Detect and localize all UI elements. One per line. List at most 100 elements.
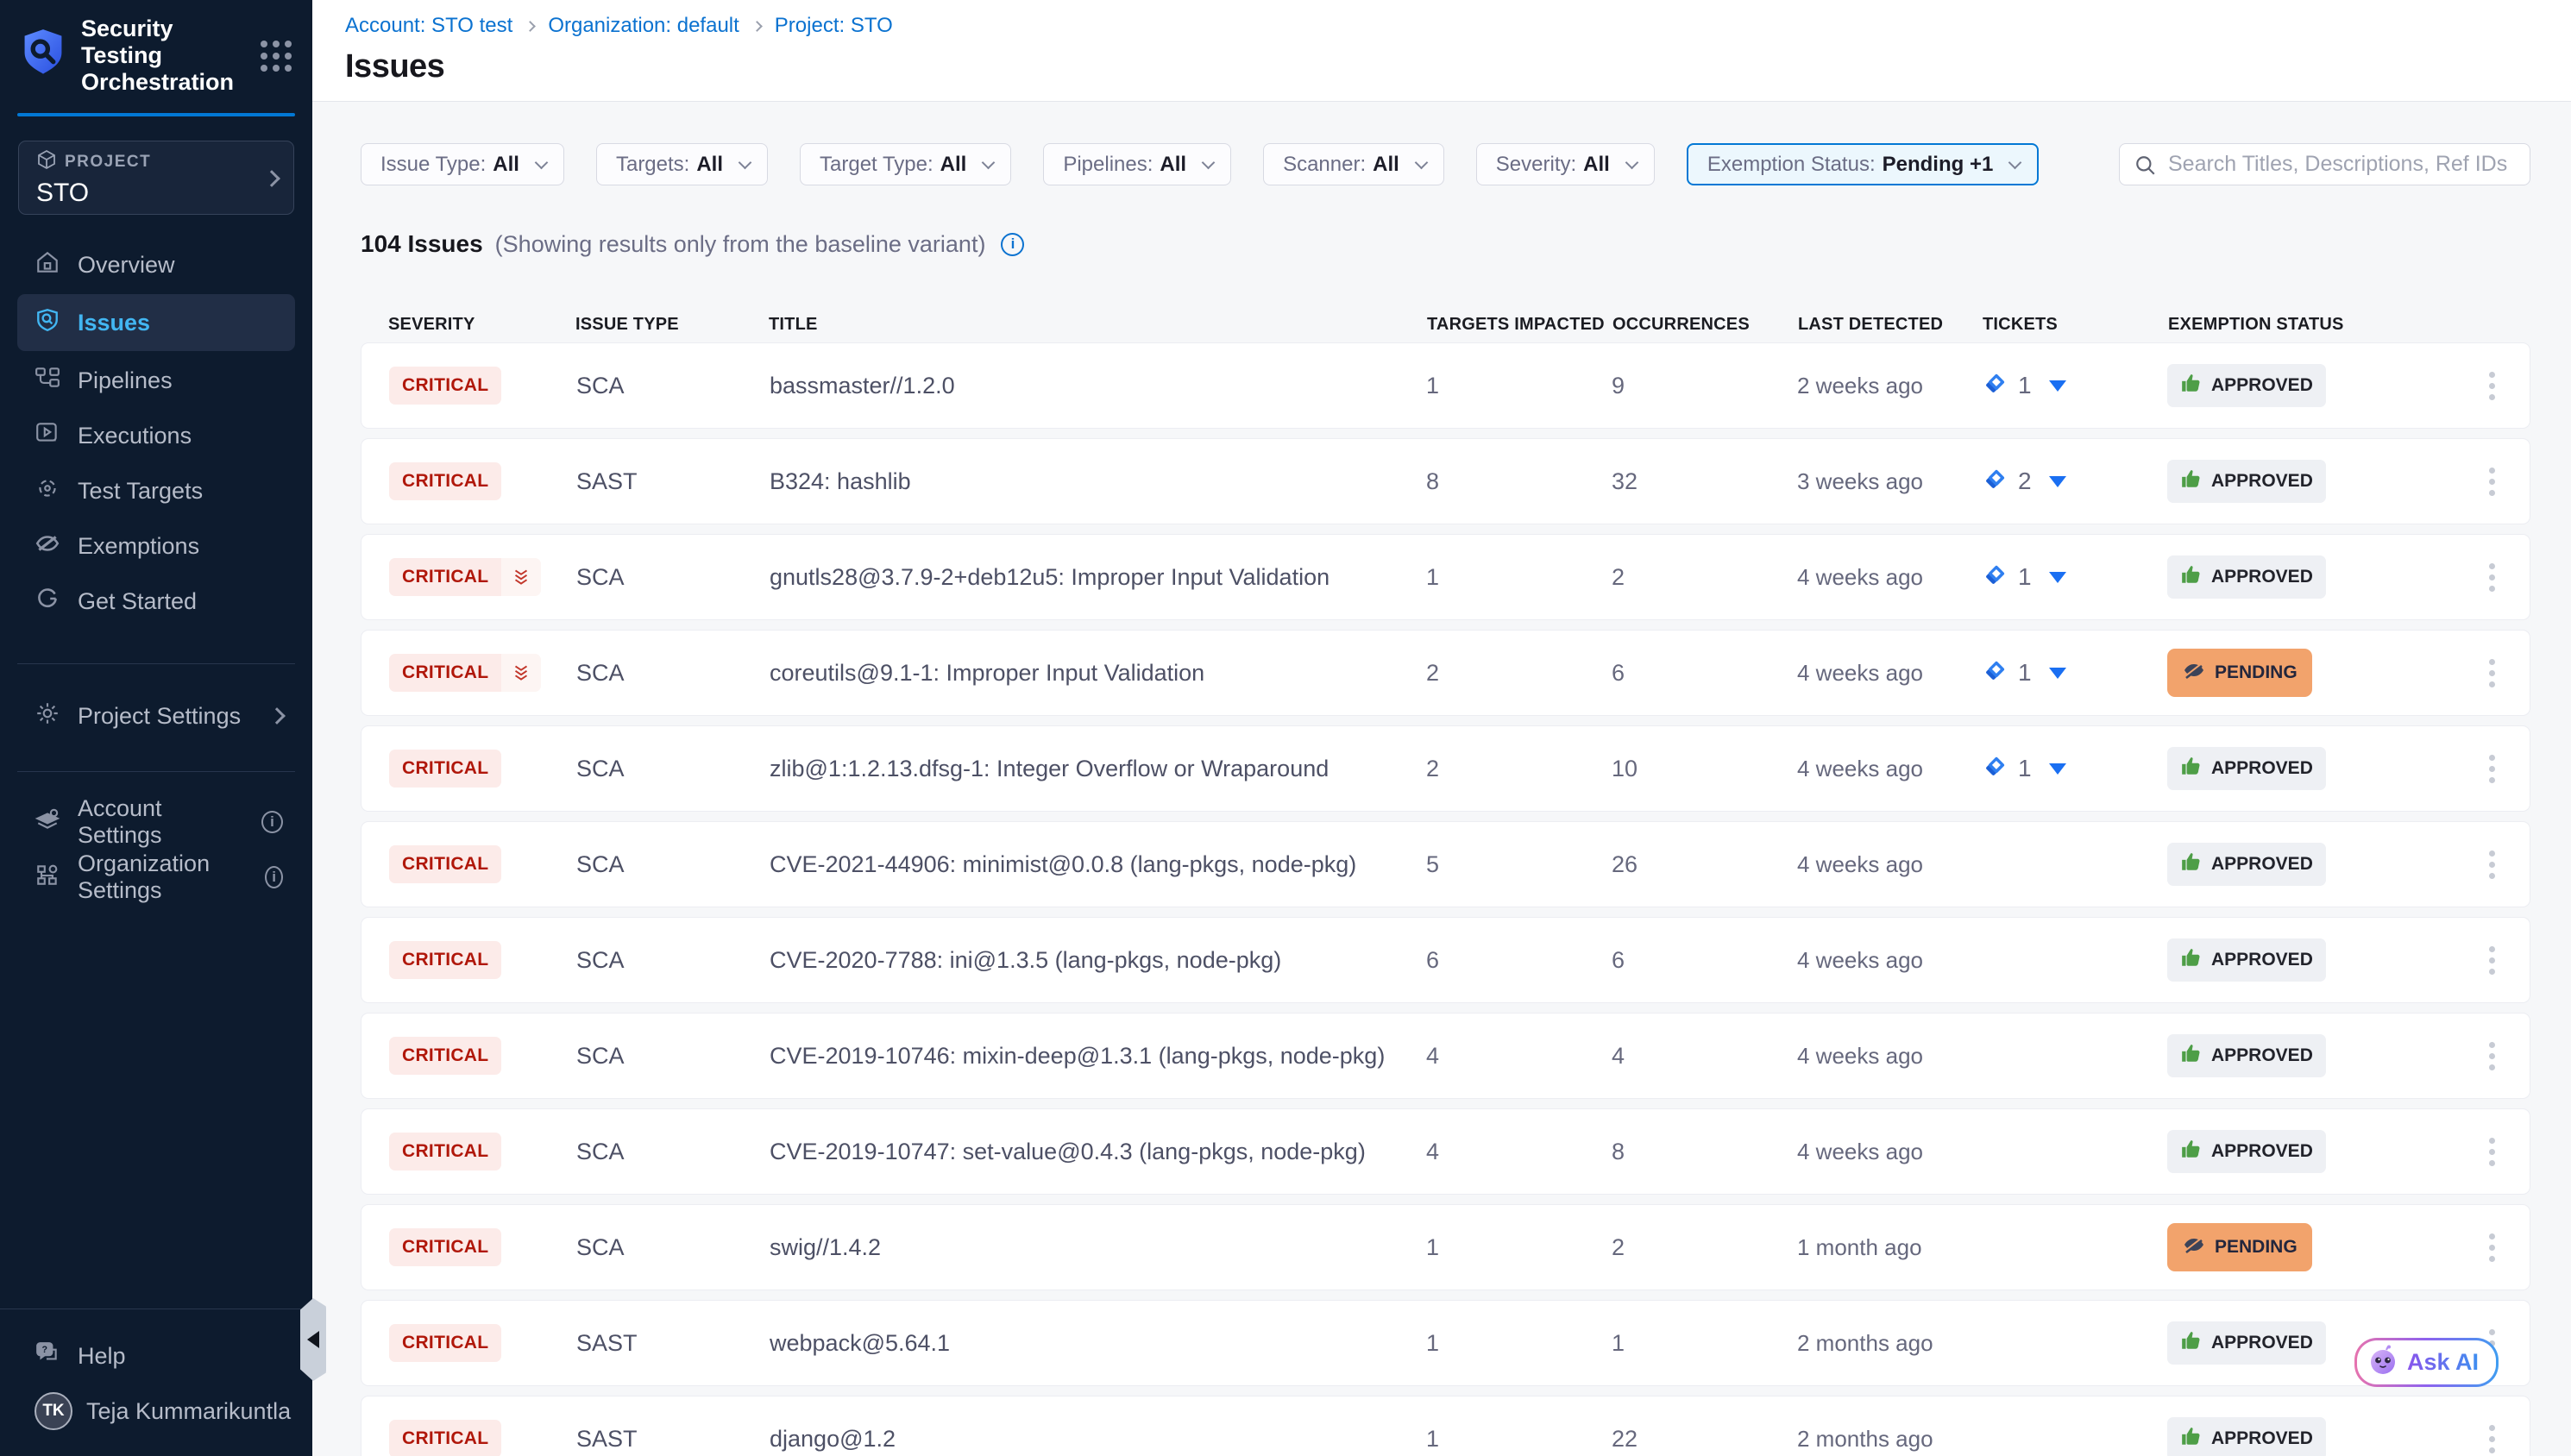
gear-icon xyxy=(35,700,60,732)
issue-title-cell[interactable]: CVE-2021-44906: minimist@0.0.8 (lang-pkg… xyxy=(770,851,1426,878)
issues-table-body: CRITICAL SCA bassmaster//1.2.0 1 9 2 wee… xyxy=(361,342,2530,1456)
issue-title-cell[interactable]: CVE-2019-10747: set-value@0.4.3 (lang-pk… xyxy=(770,1139,1426,1165)
sidebar-item-test-targets[interactable]: Test Targets xyxy=(0,463,312,518)
table-row[interactable]: CRITICAL SCA CVE-2019-10746: mixin-deep@… xyxy=(361,1013,2530,1099)
issue-title-cell[interactable]: coreutils@9.1-1: Improper Input Validati… xyxy=(770,660,1426,687)
table-row[interactable]: CRITICAL SAST B324: hashlib 8 32 3 weeks… xyxy=(361,438,2530,524)
breadcrumb-project-link[interactable]: Project: STO xyxy=(775,14,893,38)
table-row[interactable]: CRITICAL SCA zlib@1:1.2.13.dfsg-1: Integ… xyxy=(361,725,2530,812)
layers-gear-icon xyxy=(35,806,60,838)
info-icon[interactable]: i xyxy=(261,811,283,833)
sidebar-collapse-handle[interactable] xyxy=(300,1298,326,1381)
row-menu-button[interactable] xyxy=(2474,755,2509,783)
table-row[interactable]: CRITICAL SAST django@1.2 1 22 2 months a… xyxy=(361,1396,2530,1456)
info-icon[interactable]: i xyxy=(1001,233,1024,256)
sidebar-item-get-started[interactable]: Get Started xyxy=(0,574,312,629)
app-switcher-icon[interactable] xyxy=(261,41,292,72)
tickets-group[interactable]: 1 xyxy=(1982,562,2167,593)
table-row[interactable]: CRITICAL SCA bassmaster//1.2.0 1 9 2 wee… xyxy=(361,342,2530,429)
tickets-group[interactable]: 1 xyxy=(1982,658,2167,688)
issue-title-cell[interactable]: swig//1.4.2 xyxy=(770,1234,1426,1261)
page-title: Issues xyxy=(345,48,2571,85)
row-menu-button[interactable] xyxy=(2474,1425,2509,1453)
filter-targets[interactable]: Targets: All xyxy=(596,143,768,185)
tickets-group[interactable]: 1 xyxy=(1982,371,2167,401)
issue-title-cell[interactable]: B324: hashlib xyxy=(770,468,1426,495)
help-button[interactable]: ? Help xyxy=(0,1328,312,1384)
last-detected-cell: 4 weeks ago xyxy=(1797,1043,1982,1070)
filter-exemption-status[interactable]: Exemption Status: Pending +1 xyxy=(1687,143,2039,185)
row-menu-button[interactable] xyxy=(2474,563,2509,592)
org-gear-icon xyxy=(35,862,60,894)
filter-pipelines[interactable]: Pipelines: All xyxy=(1043,143,1231,185)
sidebar-item-exemptions[interactable]: Exemptions xyxy=(0,518,312,574)
targets-impacted-cell: 6 xyxy=(1426,947,1612,974)
sidebar-item-executions[interactable]: Executions xyxy=(0,408,312,463)
user-menu[interactable]: TK Teja Kummarikuntla xyxy=(0,1384,312,1439)
search-input[interactable] xyxy=(2119,143,2530,185)
targets-impacted-cell: 1 xyxy=(1426,1234,1612,1261)
issue-type-cell: SCA xyxy=(576,947,770,974)
sidebar-item-issues[interactable]: Issues xyxy=(17,294,295,351)
row-menu-button[interactable] xyxy=(2474,468,2509,496)
issue-title-cell[interactable]: CVE-2019-10746: mixin-deep@1.3.1 (lang-p… xyxy=(770,1043,1426,1070)
row-menu-button[interactable] xyxy=(2474,1138,2509,1166)
pipelines-icon xyxy=(35,365,60,397)
row-menu-button[interactable] xyxy=(2474,372,2509,400)
filter-severity[interactable]: Severity: All xyxy=(1476,143,1655,185)
issue-title-cell[interactable]: django@1.2 xyxy=(770,1426,1426,1453)
last-detected-cell: 3 weeks ago xyxy=(1797,468,1982,495)
row-menu-button[interactable] xyxy=(2474,1233,2509,1262)
ticket-count: 1 xyxy=(2018,372,2032,399)
filter-scanner[interactable]: Scanner: All xyxy=(1263,143,1444,185)
col-occurrences: OCCURRENCES xyxy=(1612,315,1798,335)
filter-issue-type[interactable]: Issue Type: All xyxy=(361,143,564,185)
issue-title-cell[interactable]: zlib@1:1.2.13.dfsg-1: Integer Overflow o… xyxy=(770,756,1426,782)
breadcrumb-org-link[interactable]: Organization: default xyxy=(548,14,739,38)
targets-impacted-cell: 1 xyxy=(1426,1426,1612,1453)
thumbs-up-icon xyxy=(2180,755,2203,782)
row-menu-button[interactable] xyxy=(2474,659,2509,687)
project-label: PROJECT xyxy=(65,153,151,172)
issue-title-cell[interactable]: CVE-2020-7788: ini@1.3.5 (lang-pkgs, nod… xyxy=(770,947,1426,974)
chevron-right-icon xyxy=(268,707,286,725)
eye-off-badge-icon xyxy=(2182,658,2206,687)
table-row[interactable]: CRITICAL SCA CVE-2019-10747: set-value@0… xyxy=(361,1108,2530,1195)
issue-title-cell[interactable]: webpack@5.64.1 xyxy=(770,1330,1426,1357)
table-row[interactable]: CRITICAL SCA CVE-2021-44906: minimist@0.… xyxy=(361,821,2530,907)
jira-ticket-icon xyxy=(1982,467,2008,497)
app-title: Security Testing Orchestration xyxy=(81,16,261,96)
sidebar-item-pipelines[interactable]: Pipelines xyxy=(0,353,312,408)
issue-type-cell: SCA xyxy=(576,660,770,687)
breadcrumb-account-link[interactable]: Account: STO test xyxy=(345,14,512,38)
info-icon[interactable]: i xyxy=(265,866,283,888)
issue-type-cell: SCA xyxy=(576,373,770,399)
col-targets-impacted: TARGETS IMPACTED xyxy=(1427,315,1612,335)
summary-row: 104 Issues (Showing results only from th… xyxy=(361,230,2530,258)
table-row[interactable]: CRITICAL SCA coreutils@9.1-1: Improper I… xyxy=(361,630,2530,716)
sidebar-item-organization-settings[interactable]: Organization Settings i xyxy=(0,850,312,905)
sidebar-item-project-settings[interactable]: Project Settings xyxy=(0,688,312,744)
tickets-group[interactable]: 1 xyxy=(1982,754,2167,784)
issue-title-cell[interactable]: gnutls28@3.7.9-2+deb12u5: Improper Input… xyxy=(770,564,1426,591)
project-selector[interactable]: PROJECT STO xyxy=(18,141,294,215)
severity-badge: CRITICAL xyxy=(389,1324,501,1362)
table-row[interactable]: CRITICAL SCA gnutls28@3.7.9-2+deb12u5: I… xyxy=(361,534,2530,620)
table-row[interactable]: CRITICAL SCA CVE-2020-7788: ini@1.3.5 (l… xyxy=(361,917,2530,1003)
filter-target-type[interactable]: Target Type: All xyxy=(800,143,1011,185)
row-menu-button[interactable] xyxy=(2474,946,2509,975)
sidebar-item-label: Executions xyxy=(78,423,192,449)
sidebar-divider xyxy=(17,771,295,772)
table-row[interactable]: CRITICAL SCA swig//1.4.2 1 2 1 month ago… xyxy=(361,1204,2530,1290)
severity-badge-label: CRITICAL xyxy=(389,941,501,979)
shield-search-icon xyxy=(35,307,60,339)
tickets-group[interactable]: 2 xyxy=(1982,467,2167,497)
sidebar-item-overview[interactable]: Overview xyxy=(0,237,312,292)
sidebar-item-label: Exemptions xyxy=(78,533,199,560)
sidebar-item-account-settings[interactable]: Account Settings i xyxy=(0,794,312,850)
table-row[interactable]: CRITICAL SAST webpack@5.64.1 1 1 2 month… xyxy=(361,1300,2530,1386)
ask-ai-button[interactable]: Ask AI xyxy=(2354,1338,2499,1387)
issue-title-cell[interactable]: bassmaster//1.2.0 xyxy=(770,373,1426,399)
row-menu-button[interactable] xyxy=(2474,850,2509,879)
row-menu-button[interactable] xyxy=(2474,1042,2509,1070)
